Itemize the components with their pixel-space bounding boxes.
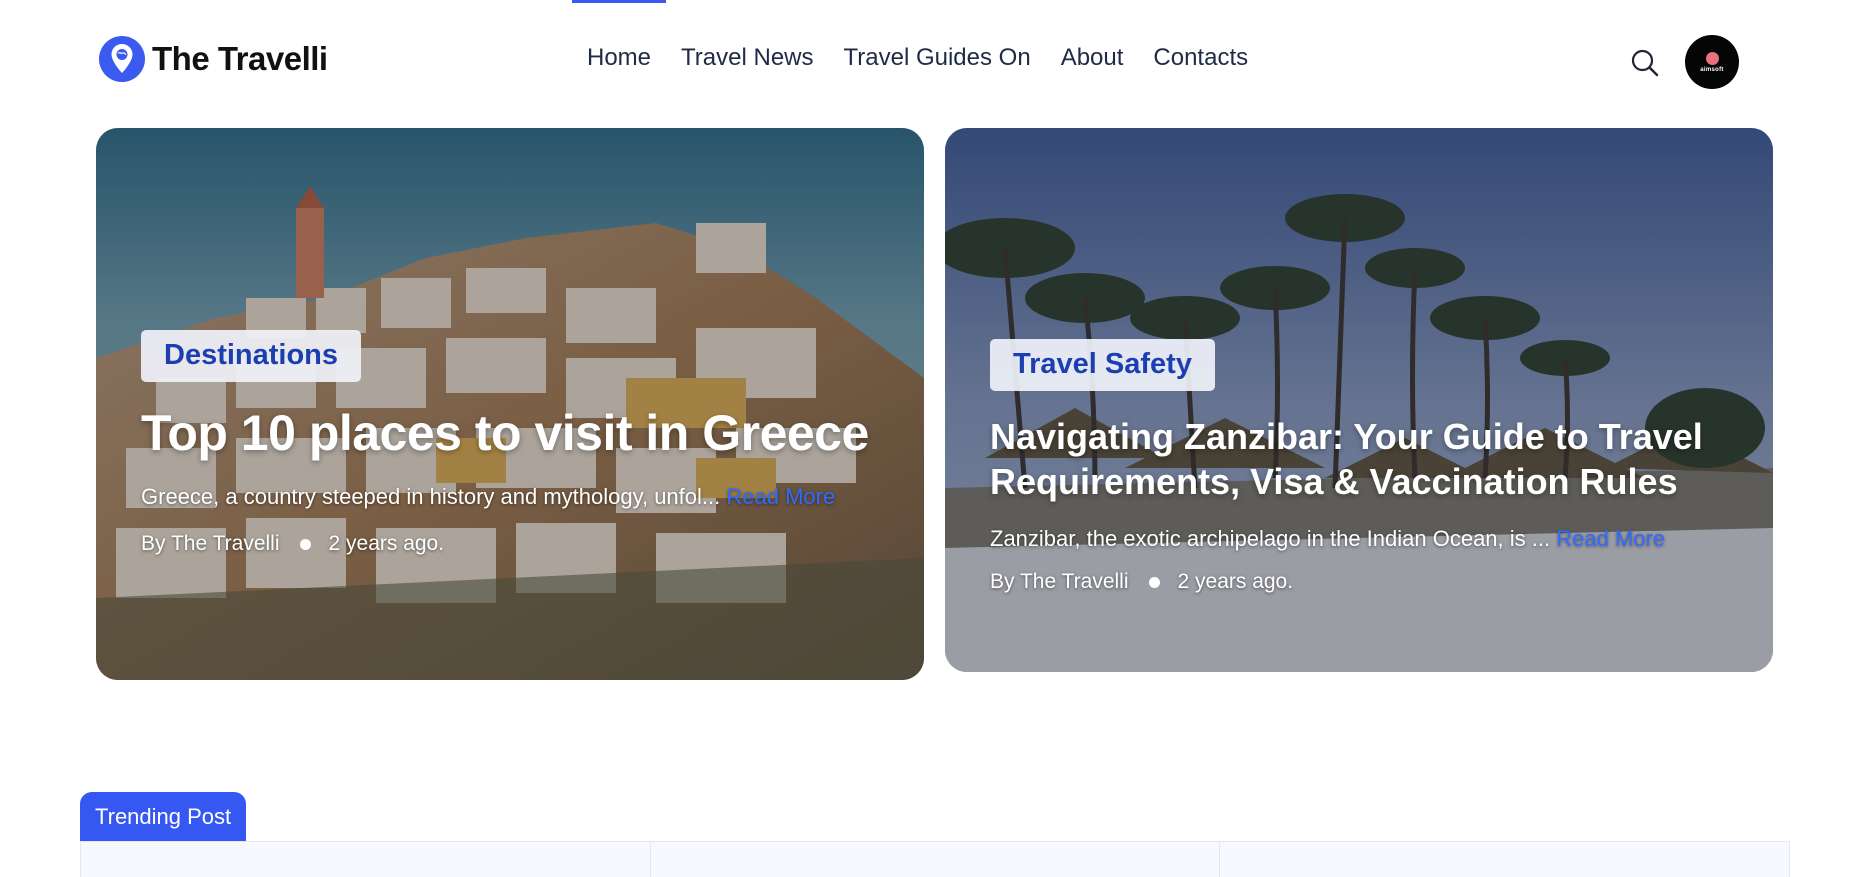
nav-item-home[interactable]: Home xyxy=(587,44,651,72)
post-card-greece[interactable]: Destinations Top 10 places to visit in G… xyxy=(96,128,924,680)
site-logo-text: The Travelli xyxy=(152,40,328,77)
category-badge-travel-safety[interactable]: Travel Safety xyxy=(990,339,1215,391)
site-header: The Travelli Home Travel News Travel Gui… xyxy=(0,0,1867,125)
post-title-greece[interactable]: Top 10 places to visit in Greece xyxy=(141,404,879,462)
tab-trending-post[interactable]: Trending Post xyxy=(80,792,247,841)
read-more-link-greece[interactable]: Read More xyxy=(726,484,835,509)
avatar-text: aimsoft xyxy=(1700,66,1724,73)
nav-item-about[interactable]: About xyxy=(1061,44,1124,72)
post-meta-greece: By The Travelli 2 years ago. xyxy=(141,532,879,556)
post-author-greece: By The Travelli xyxy=(141,532,280,555)
trending-post-slot xyxy=(1219,842,1791,877)
post-meta-zanzibar: By The Travelli 2 years ago. xyxy=(990,570,1728,594)
user-avatar[interactable]: aimsoft xyxy=(1685,35,1739,89)
post-excerpt-greece: Greece, a country steeped in history and… xyxy=(141,476,879,518)
post-time-zanzibar: 2 years ago. xyxy=(1177,570,1294,593)
nav-item-travel-guides[interactable]: Travel Guides On xyxy=(844,44,1031,72)
greece-card-content: Destinations Top 10 places to visit in G… xyxy=(141,330,879,556)
nav-item-travel-news[interactable]: Travel News xyxy=(681,44,813,72)
site-logo[interactable]: The Travelli xyxy=(98,34,328,84)
post-title-zanzibar[interactable]: Navigating Zanzibar: Your Guide to Trave… xyxy=(990,414,1728,504)
map-pin-globe-icon xyxy=(99,36,145,82)
main-nav: Home Travel News Travel Guides On About … xyxy=(587,44,1278,72)
nav-item-contacts[interactable]: Contacts xyxy=(1153,44,1248,72)
post-time-greece: 2 years ago. xyxy=(328,532,445,555)
zanzibar-card-content: Travel Safety Navigating Zanzibar: Your … xyxy=(990,339,1728,594)
post-card-zanzibar[interactable]: Travel Safety Navigating Zanzibar: Your … xyxy=(945,128,1773,672)
read-more-link-zanzibar[interactable]: Read More xyxy=(1556,526,1665,551)
search-button[interactable] xyxy=(1630,48,1660,78)
trending-post-slot xyxy=(80,842,650,877)
meta-separator-dot xyxy=(1148,576,1160,588)
post-excerpt-text-zanzibar: Zanzibar, the exotic archipelago in the … xyxy=(990,526,1557,551)
avatar-logo-mark xyxy=(1705,51,1719,65)
post-excerpt-zanzibar: Zanzibar, the exotic archipelago in the … xyxy=(990,518,1728,560)
category-badge-destinations[interactable]: Destinations xyxy=(141,330,362,382)
post-excerpt-text-greece: Greece, a country steeped in history and… xyxy=(141,484,727,509)
meta-separator-dot xyxy=(299,538,311,550)
trending-post-slot xyxy=(649,842,1220,877)
search-icon xyxy=(1631,49,1659,77)
trending-post-grid xyxy=(80,841,1791,877)
post-author-zanzibar: By The Travelli xyxy=(990,570,1129,593)
